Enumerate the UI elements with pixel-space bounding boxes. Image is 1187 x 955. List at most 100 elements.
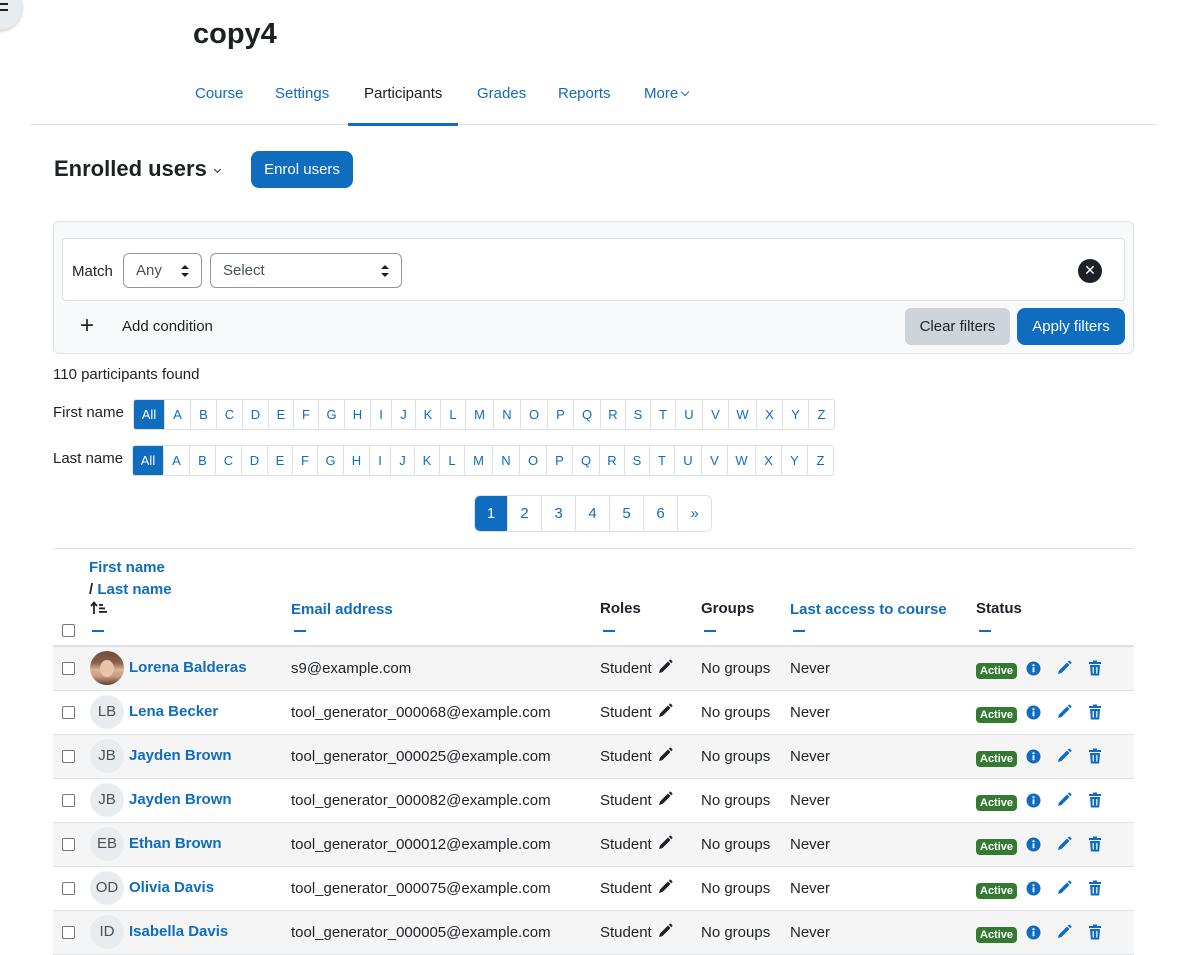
- last-initial-g[interactable]: G: [317, 446, 343, 475]
- pagination-page-1[interactable]: 1: [475, 496, 507, 531]
- first-initial-y[interactable]: Y: [782, 400, 808, 429]
- info-icon[interactable]: [1026, 925, 1041, 940]
- last-initial-k[interactable]: K: [414, 446, 439, 475]
- last-initial-p[interactable]: P: [546, 446, 572, 475]
- first-initial-v[interactable]: V: [702, 400, 728, 429]
- last-initial-q[interactable]: Q: [572, 446, 599, 475]
- last-initial-s[interactable]: S: [624, 446, 649, 475]
- edit-enrolment-icon[interactable]: [1056, 660, 1073, 676]
- edit-role-pencil-icon[interactable]: [657, 879, 674, 895]
- last-initial-x[interactable]: X: [755, 446, 781, 475]
- last-initial-z[interactable]: Z: [807, 446, 833, 475]
- info-icon[interactable]: [1026, 837, 1041, 852]
- participant-name-link[interactable]: Lorena Balderas: [129, 659, 247, 676]
- row-checkbox[interactable]: [62, 882, 75, 895]
- pagination-page-2[interactable]: 2: [507, 496, 541, 531]
- row-checkbox[interactable]: [62, 794, 75, 807]
- status-badge[interactable]: Active: [976, 795, 1018, 811]
- first-initial-x[interactable]: X: [756, 400, 782, 429]
- pagination-next[interactable]: »: [677, 496, 711, 531]
- remove-filter-icon[interactable]: ✕: [1078, 259, 1102, 283]
- match-select[interactable]: Any: [123, 253, 202, 288]
- collapse-column-icon[interactable]: [979, 630, 991, 632]
- edit-enrolment-icon[interactable]: [1056, 748, 1073, 764]
- enrol-users-button[interactable]: Enrol users: [251, 151, 353, 188]
- first-initial-s[interactable]: S: [625, 400, 650, 429]
- last-initial-c[interactable]: C: [215, 446, 241, 475]
- info-icon[interactable]: [1026, 793, 1041, 808]
- first-initial-all[interactable]: All: [134, 400, 164, 429]
- last-initial-t[interactable]: T: [649, 446, 674, 475]
- participant-name-link[interactable]: Jayden Brown: [129, 791, 232, 808]
- first-initial-f[interactable]: F: [293, 400, 318, 429]
- first-initial-p[interactable]: P: [547, 400, 573, 429]
- first-initial-g[interactable]: G: [318, 400, 344, 429]
- collapse-column-icon[interactable]: [294, 630, 306, 632]
- status-badge[interactable]: Active: [976, 927, 1018, 943]
- unenrol-trash-icon[interactable]: [1088, 836, 1102, 852]
- first-initial-o[interactable]: O: [520, 400, 547, 429]
- first-initial-t[interactable]: T: [650, 400, 675, 429]
- last-initial-l[interactable]: L: [439, 446, 464, 475]
- tab-reports[interactable]: Reports: [558, 75, 611, 125]
- edit-role-pencil-icon[interactable]: [657, 923, 674, 939]
- row-checkbox[interactable]: [62, 750, 75, 763]
- enrolled-users-heading[interactable]: Enrolled users: [54, 156, 221, 182]
- select-all-checkbox[interactable]: [62, 624, 75, 637]
- first-initial-e[interactable]: E: [268, 400, 293, 429]
- first-initial-a[interactable]: A: [164, 400, 190, 429]
- last-initial-e[interactable]: E: [267, 446, 292, 475]
- last-initial-f[interactable]: F: [292, 446, 317, 475]
- row-checkbox[interactable]: [62, 926, 75, 939]
- info-icon[interactable]: [1026, 705, 1041, 720]
- status-badge[interactable]: Active: [976, 751, 1018, 767]
- edit-role-pencil-icon[interactable]: [657, 703, 674, 719]
- row-checkbox[interactable]: [62, 838, 75, 851]
- filter-type-select[interactable]: Select: [210, 253, 402, 288]
- first-initial-l[interactable]: L: [440, 400, 465, 429]
- clear-filters-button[interactable]: Clear filters: [905, 308, 1010, 345]
- tab-settings[interactable]: Settings: [275, 75, 329, 125]
- apply-filters-button[interactable]: Apply filters: [1017, 308, 1125, 345]
- info-icon[interactable]: [1026, 881, 1041, 896]
- drawer-toggle-button[interactable]: [0, 0, 22, 30]
- first-initial-m[interactable]: M: [465, 400, 493, 429]
- first-initial-b[interactable]: B: [190, 400, 216, 429]
- sort-last-name-link[interactable]: Last name: [97, 581, 171, 598]
- pagination-page-3[interactable]: 3: [541, 496, 575, 531]
- edit-role-pencil-icon[interactable]: [657, 747, 674, 763]
- unenrol-trash-icon[interactable]: [1088, 924, 1102, 940]
- first-initial-j[interactable]: J: [391, 400, 415, 429]
- first-initial-w[interactable]: W: [728, 400, 756, 429]
- unenrol-trash-icon[interactable]: [1088, 792, 1102, 808]
- last-initial-m[interactable]: M: [464, 446, 492, 475]
- last-initial-v[interactable]: V: [701, 446, 727, 475]
- sort-email-link[interactable]: Email address: [291, 601, 393, 618]
- last-initial-all[interactable]: All: [133, 446, 163, 475]
- pagination-page-6[interactable]: 6: [643, 496, 677, 531]
- last-initial-j[interactable]: J: [390, 446, 414, 475]
- first-initial-h[interactable]: H: [344, 400, 370, 429]
- edit-enrolment-icon[interactable]: [1056, 704, 1073, 720]
- last-initial-o[interactable]: O: [519, 446, 546, 475]
- unenrol-trash-icon[interactable]: [1088, 748, 1102, 764]
- first-initial-n[interactable]: N: [493, 400, 520, 429]
- row-checkbox[interactable]: [62, 662, 75, 675]
- participant-name-link[interactable]: Olivia Davis: [129, 879, 214, 896]
- sort-last-access-link[interactable]: Last access to course: [790, 601, 947, 618]
- participant-name-link[interactable]: Isabella Davis: [129, 923, 228, 940]
- status-badge[interactable]: Active: [976, 883, 1018, 899]
- first-initial-k[interactable]: K: [415, 400, 440, 429]
- participant-name-link[interactable]: Jayden Brown: [129, 747, 232, 764]
- collapse-column-icon[interactable]: [603, 630, 615, 632]
- unenrol-trash-icon[interactable]: [1088, 704, 1102, 720]
- edit-role-pencil-icon[interactable]: [657, 791, 674, 807]
- info-icon[interactable]: [1026, 749, 1041, 764]
- sort-first-name-link[interactable]: First name: [89, 559, 165, 576]
- unenrol-trash-icon[interactable]: [1088, 880, 1102, 896]
- first-initial-z[interactable]: Z: [808, 400, 834, 429]
- edit-enrolment-icon[interactable]: [1056, 880, 1073, 896]
- tab-more[interactable]: More: [644, 75, 690, 125]
- collapse-column-icon[interactable]: [793, 630, 805, 632]
- info-icon[interactable]: [1026, 661, 1041, 676]
